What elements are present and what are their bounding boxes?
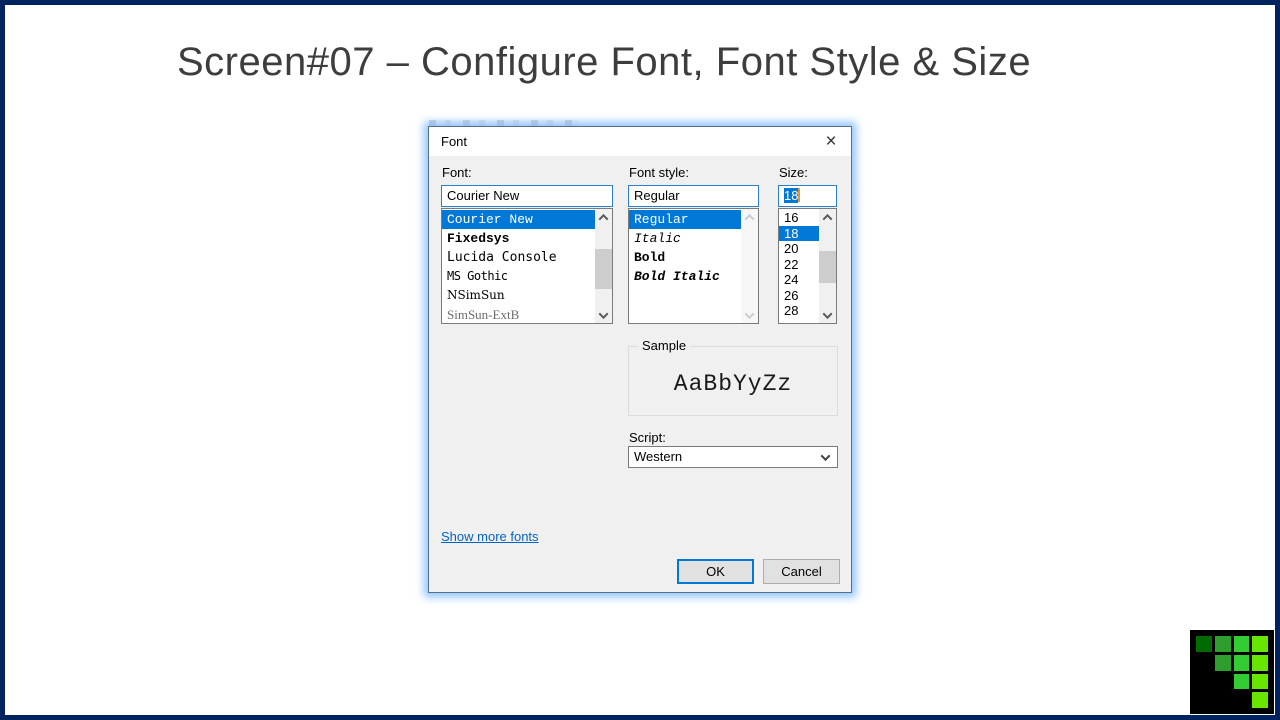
script-dropdown-value: Western bbox=[634, 449, 683, 464]
logo-tile bbox=[1233, 654, 1250, 671]
font-input[interactable]: Courier New bbox=[441, 185, 613, 207]
list-item[interactable]: Bold Italic bbox=[629, 267, 741, 286]
logo-empty-tile bbox=[1215, 692, 1231, 708]
script-label: Script: bbox=[629, 430, 666, 445]
list-item[interactable]: 18 bbox=[779, 225, 819, 241]
size-input[interactable]: 18 bbox=[778, 185, 837, 207]
logo-tile bbox=[1214, 654, 1231, 671]
list-item[interactable]: Italic bbox=[629, 229, 741, 248]
font-style-listbox[interactable]: Regular Italic Bold Bold Italic bbox=[628, 208, 759, 324]
sample-groupbox: Sample AaBbYyZz bbox=[628, 338, 838, 416]
scroll-thumb[interactable] bbox=[595, 249, 612, 289]
logo-tile bbox=[1214, 636, 1231, 652]
cancel-button[interactable]: Cancel bbox=[763, 559, 840, 584]
logo-empty-tile bbox=[1215, 674, 1231, 690]
show-more-fonts-link[interactable]: Show more fonts bbox=[441, 529, 539, 544]
font-label: Font: bbox=[442, 165, 472, 180]
size-label: Size: bbox=[779, 165, 808, 180]
scroll-up-icon[interactable] bbox=[595, 209, 612, 225]
dialog-titlebar[interactable]: Font × bbox=[429, 127, 851, 156]
list-item[interactable]: 20 bbox=[779, 241, 819, 257]
close-icon[interactable]: × bbox=[819, 130, 843, 154]
font-list-scrollbar[interactable] bbox=[595, 209, 612, 323]
sample-label: Sample bbox=[638, 338, 691, 353]
logo-empty-tile bbox=[1196, 692, 1212, 708]
list-item[interactable]: Courier New bbox=[442, 210, 595, 229]
size-input-value: 18 bbox=[784, 188, 799, 203]
list-item[interactable]: SimSun-ExtB bbox=[442, 305, 595, 323]
list-item[interactable]: Bold bbox=[629, 248, 741, 267]
font-style-label: Font style: bbox=[629, 165, 689, 180]
scroll-down-icon[interactable] bbox=[819, 307, 836, 323]
list-item[interactable]: Lucida Console bbox=[442, 248, 595, 267]
company-logo bbox=[1190, 630, 1274, 714]
scroll-up-icon bbox=[741, 209, 758, 225]
list-item[interactable]: Fixedsys bbox=[442, 229, 595, 248]
list-item[interactable]: 28 bbox=[779, 303, 819, 319]
slide-title: Screen#07 – Configure Font, Font Style &… bbox=[177, 40, 1032, 84]
logo-tile bbox=[1252, 692, 1268, 708]
list-item[interactable]: Regular bbox=[629, 210, 741, 229]
font-input-value: Courier New bbox=[447, 188, 520, 203]
logo-tile bbox=[1252, 673, 1268, 690]
scroll-down-icon bbox=[741, 307, 758, 323]
logo-empty-tile bbox=[1234, 692, 1250, 708]
logo-empty-tile bbox=[1196, 655, 1212, 671]
dialog-title: Font bbox=[441, 134, 468, 149]
font-dialog: Font × Font: Font style: Size: Courier N… bbox=[428, 126, 852, 593]
font-style-scrollbar bbox=[741, 209, 758, 323]
font-style-input[interactable]: Regular bbox=[628, 185, 759, 207]
list-item[interactable]: 16 bbox=[779, 210, 819, 226]
list-item[interactable]: 26 bbox=[779, 288, 819, 304]
logo-empty-tile bbox=[1196, 674, 1212, 690]
list-item[interactable]: 22 bbox=[779, 257, 819, 273]
script-dropdown[interactable]: Western bbox=[628, 446, 838, 468]
font-listbox[interactable]: Courier New Fixedsys Lucida Console MS Goth… bbox=[441, 208, 613, 324]
list-item[interactable]: 24 bbox=[779, 272, 819, 288]
scroll-up-icon[interactable] bbox=[819, 209, 836, 225]
size-list-scrollbar[interactable] bbox=[819, 209, 836, 323]
scroll-down-icon[interactable] bbox=[595, 307, 612, 323]
scroll-thumb[interactable] bbox=[819, 251, 836, 283]
chevron-down-icon bbox=[820, 451, 831, 462]
list-item[interactable]: MS Gothic bbox=[442, 267, 595, 286]
logo-tile bbox=[1196, 636, 1212, 652]
size-listbox[interactable]: 16 18 20 22 24 26 28 bbox=[778, 208, 837, 324]
text-caret bbox=[798, 188, 801, 202]
logo-tile bbox=[1233, 636, 1250, 652]
logo-tile bbox=[1252, 654, 1268, 671]
logo-tile bbox=[1233, 673, 1250, 690]
sample-text: AaBbYyZz bbox=[673, 371, 793, 397]
list-item[interactable]: NSimSun bbox=[442, 286, 595, 305]
font-style-input-value: Regular bbox=[634, 188, 680, 203]
logo-tile bbox=[1252, 636, 1268, 652]
ok-button[interactable]: OK bbox=[677, 559, 754, 584]
